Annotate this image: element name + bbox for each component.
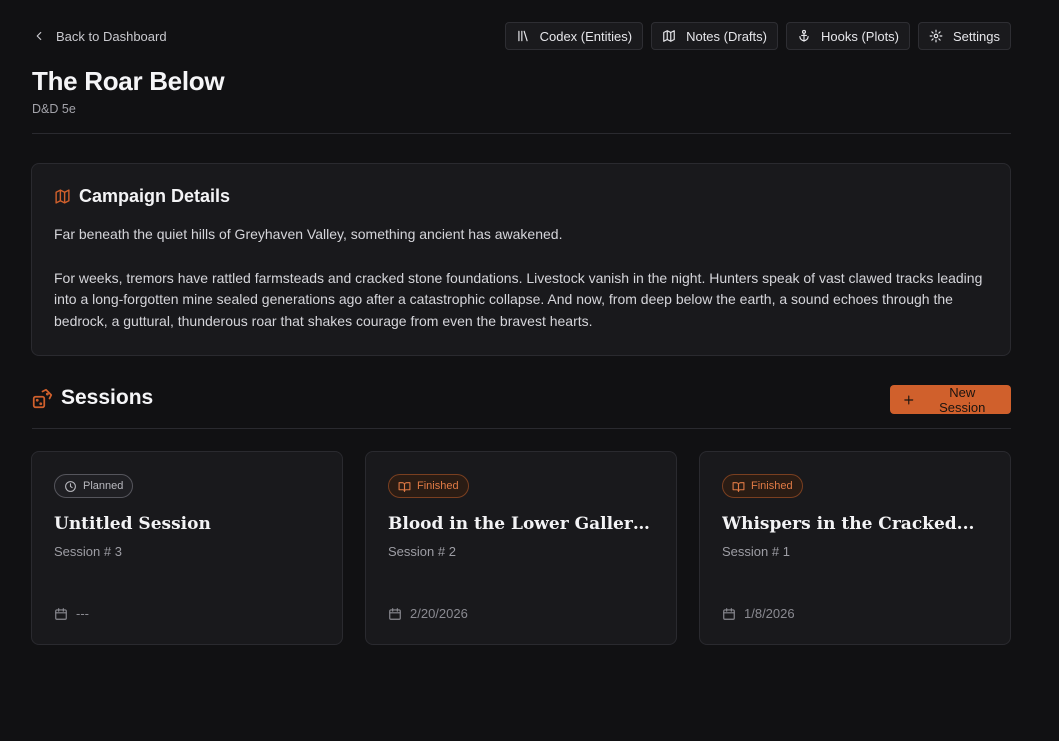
top-bar: Back to Dashboard Codex (Entities) Notes… (32, 22, 1011, 50)
library-icon (517, 30, 528, 42)
book-open-icon (732, 481, 745, 492)
dice-icon (32, 388, 53, 408)
gear-icon (929, 29, 943, 43)
chevron-left-icon (36, 31, 42, 41)
nav-buttons: Codex (Entities) Notes (Drafts) Hooks (P… (504, 22, 1011, 50)
sessions-title: Sessions (61, 386, 154, 409)
session-date-value: 1/8/2026 (744, 606, 795, 621)
game-system: D&D 5e (32, 102, 76, 116)
hooks-button[interactable]: Hooks (Plots) (785, 22, 911, 50)
back-label: Back to Dashboard (56, 28, 167, 44)
campaign-details-card: Campaign Details Far beneath the quiet h… (31, 163, 1011, 356)
session-date: --- (54, 606, 89, 621)
status-badge: Planned (54, 474, 134, 498)
calendar-icon (389, 607, 401, 620)
session-date: 1/8/2026 (722, 606, 795, 621)
details-title: Campaign Details (79, 186, 231, 206)
details-header: Campaign Details (54, 186, 988, 207)
calendar-icon (55, 607, 67, 620)
back-to-dashboard-link[interactable]: Back to Dashboard (32, 29, 167, 44)
session-card[interactable]: Planned Untitled Session Session # 3 --- (31, 451, 343, 645)
session-date-value: 2/20/2026 (410, 606, 468, 621)
details-paragraph: Far beneath the quiet hills of Greyhaven… (54, 226, 563, 242)
status-badge: Finished (722, 474, 803, 498)
session-title: Untitled Session (54, 514, 211, 534)
anchor-icon (799, 29, 809, 42)
new-session-button[interactable]: New Session (890, 384, 1011, 415)
plus-icon (904, 394, 914, 405)
notes-label: Notes (Drafts) (686, 28, 767, 44)
status-badge: Finished (388, 474, 469, 498)
campaign-page: Back to Dashboard Codex (Entities) Notes… (0, 0, 1059, 741)
details-paragraph: For weeks, tremors have rattled farmstea… (54, 269, 983, 329)
calendar-icon (723, 607, 735, 620)
session-number: Session # 1 (722, 544, 790, 559)
codex-label: Codex (Entities) (539, 28, 633, 44)
session-date: 2/20/2026 (388, 606, 468, 621)
session-date-value: --- (76, 606, 89, 621)
session-card[interactable]: Finished Blood in the Lower Galleries Se… (365, 451, 677, 645)
hooks-label: Hooks (Plots) (820, 28, 900, 44)
codex-button[interactable]: Codex (Entities) (504, 22, 644, 50)
settings-button[interactable]: Settings (918, 22, 1011, 50)
session-card[interactable]: Finished Whispers in the Cracked... Sess… (699, 451, 1011, 645)
map-icon (663, 30, 675, 42)
page-title: The Roar Below (32, 66, 225, 96)
sessions-header: Sessions (32, 386, 153, 410)
session-number: Session # 3 (54, 544, 122, 559)
session-title: Blood in the Lower Galleries (388, 514, 654, 534)
new-session-label: New Session (939, 384, 986, 415)
map-icon (55, 189, 70, 204)
notes-button[interactable]: Notes (Drafts) (651, 22, 778, 50)
sessions-divider (32, 428, 1011, 429)
header-divider (32, 133, 1011, 134)
session-title: Whispers in the Cracked... (722, 514, 975, 534)
status-label: Planned (83, 480, 124, 492)
settings-label: Settings (953, 28, 1000, 44)
book-open-icon (398, 481, 411, 492)
clock-icon (65, 480, 76, 492)
status-label: Finished (751, 480, 793, 492)
status-label: Finished (417, 480, 459, 492)
session-number: Session # 2 (388, 544, 456, 559)
